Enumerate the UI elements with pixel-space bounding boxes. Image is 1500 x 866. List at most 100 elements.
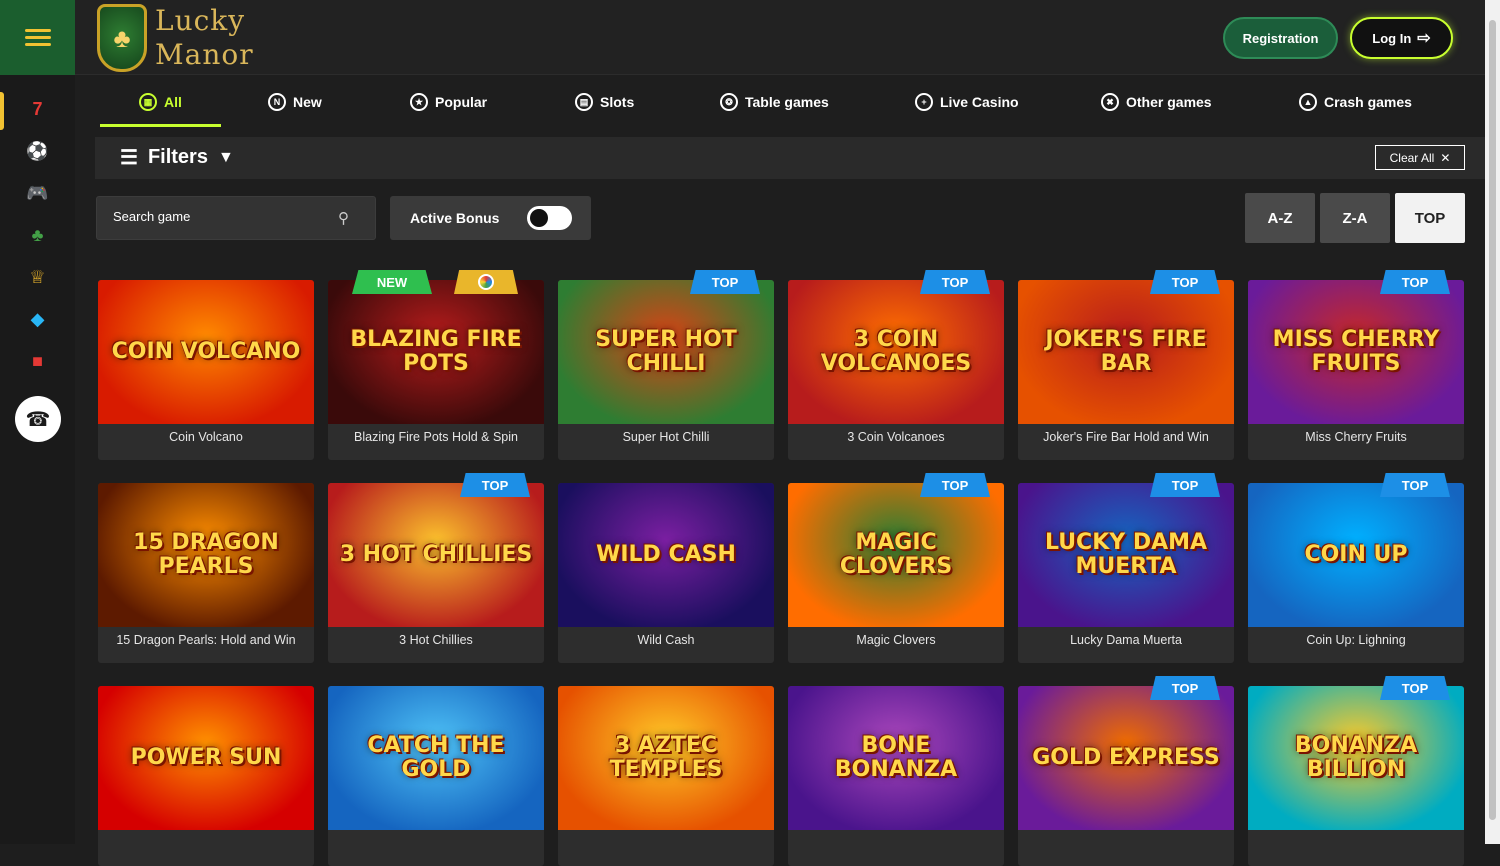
game-art-title: BONE BONANZA — [834, 733, 958, 782]
game-art-title: MAGIC CLOVERS — [839, 530, 953, 579]
caret-down-icon: ▼ — [217, 148, 234, 166]
game-card[interactable]: COIN VOLCANO Coin Volcano — [98, 280, 314, 460]
top-badge: TOP — [1150, 473, 1220, 497]
game-card[interactable]: COIN UP Coin Up: Lighning TOP — [1248, 473, 1464, 663]
login-button[interactable]: Log In ⇨ — [1350, 17, 1453, 59]
clover-icon: ♣ — [31, 224, 44, 245]
game-card[interactable]: BONANZA BILLION TOP — [1248, 676, 1464, 866]
filters-toggle[interactable]: ☰ Filters ▼ — [120, 145, 234, 170]
search-input[interactable] — [113, 209, 313, 224]
sort-top-button[interactable]: TOP — [1395, 193, 1465, 243]
game-art-title: CATCH THE GOLD — [367, 733, 505, 782]
new-badge: NEW — [352, 270, 432, 294]
search-box: ⚲ — [96, 196, 376, 240]
active-bonus-toggle[interactable] — [527, 206, 572, 230]
game-card[interactable]: LUCKY DAMA MUERTA Lucky Dama Muerta TOP — [1018, 473, 1234, 663]
game-art-title: LUCKY DAMA MUERTA — [1044, 530, 1208, 579]
tab-popular[interactable]: ★ Popular — [410, 76, 487, 128]
sidebar-nav: 7 ⚽ 🎮 ♣ ♕ ◆ ■ — [0, 88, 75, 382]
game-thumbnail[interactable]: 15 DRAGON PEARLS — [98, 483, 314, 627]
game-card[interactable]: GOLD EXPRESS TOP — [1018, 676, 1234, 866]
game-art-title: BONANZA BILLION — [1294, 733, 1418, 782]
hamburger-icon — [24, 25, 51, 50]
crash-icon: ▲ — [1299, 93, 1317, 111]
game-thumbnail[interactable]: CATCH THE GOLD — [328, 686, 544, 830]
game-thumbnail[interactable]: BLAZING FIRE POTS — [328, 280, 544, 424]
game-thumbnail[interactable]: WILD CASH — [558, 483, 774, 627]
tab-live-casino[interactable]: + Live Casino — [915, 76, 1019, 128]
close-icon: ✕ — [1440, 150, 1451, 165]
game-card[interactable]: WILD CASH Wild Cash — [558, 483, 774, 663]
tab-slots[interactable]: ▤ Slots — [575, 76, 634, 128]
game-card[interactable]: BONE BONANZA — [788, 686, 1004, 866]
tab-crash-games[interactable]: ▲ Crash games — [1299, 76, 1412, 128]
menu-button[interactable] — [0, 0, 75, 75]
game-art-title: JOKER'S FIRE BAR — [1045, 327, 1207, 376]
game-thumbnail[interactable]: LUCKY DAMA MUERTA — [1018, 483, 1234, 627]
game-thumbnail[interactable]: JOKER'S FIRE BAR — [1018, 280, 1234, 424]
game-art-title: WILD CASH — [596, 542, 736, 567]
sidebar-item-slots[interactable]: 7 — [0, 88, 75, 130]
game-thumbnail[interactable]: BONE BONANZA — [788, 686, 1004, 830]
tab-table-games[interactable]: ❂ Table games — [720, 76, 829, 128]
game-thumbnail[interactable]: 3 HOT CHILLIES — [328, 483, 544, 627]
game-card[interactable]: BLAZING FIRE POTS Blazing Fire Pots Hold … — [328, 270, 544, 460]
game-card[interactable]: CATCH THE GOLD — [328, 686, 544, 866]
game-card[interactable]: 15 DRAGON PEARLS 15 Dragon Pearls: Hold a… — [98, 483, 314, 663]
game-card[interactable]: SUPER HOT CHILLI Super Hot Chilli TOP — [558, 270, 774, 460]
game-name: Wild Cash — [637, 633, 695, 647]
ball-icon: ⚽ — [26, 140, 49, 161]
active-bonus-filter: Active Bonus — [390, 196, 591, 240]
grid-icon: ▦ — [139, 93, 157, 111]
top-badge: TOP — [920, 270, 990, 294]
game-thumbnail[interactable]: COIN VOLCANO — [98, 280, 314, 424]
game-card[interactable]: MAGIC CLOVERS Magic Clovers TOP — [788, 473, 1004, 663]
sidebar-item-games[interactable]: 🎮 — [0, 172, 75, 214]
page-scrollbar[interactable] — [1485, 0, 1500, 844]
top-badge: TOP — [1380, 270, 1450, 294]
game-card[interactable]: 3 HOT CHILLIES 3 Hot Chillies TOP — [328, 473, 544, 663]
game-thumbnail[interactable]: GOLD EXPRESS — [1018, 686, 1234, 830]
sidebar-item-lucky[interactable]: ♣ — [0, 214, 75, 256]
tab-other-games[interactable]: ✖ Other games — [1101, 76, 1212, 128]
tab-new[interactable]: N New — [268, 76, 322, 128]
top-badge: TOP — [1150, 270, 1220, 294]
sidebar-item-sports[interactable]: ⚽ — [0, 130, 75, 172]
clear-all-button[interactable]: Clear All ✕ — [1375, 145, 1465, 170]
fish-icon: ◆ — [30, 308, 45, 329]
game-card[interactable]: POWER SUN — [98, 686, 314, 866]
live-icon: + — [915, 93, 933, 111]
game-name: 3 Coin Volcanoes — [847, 430, 945, 444]
game-card[interactable]: 3 AZTEC TEMPLES — [558, 686, 774, 866]
sort-az-button[interactable]: A-Z — [1245, 193, 1315, 243]
sort-za-button[interactable]: Z-A — [1320, 193, 1390, 243]
game-thumbnail[interactable]: 3 AZTEC TEMPLES — [558, 686, 774, 830]
game-card[interactable]: MISS CHERRY FRUITS Miss Cherry Fruits TOP — [1248, 270, 1464, 460]
game-name: 3 Hot Chillies — [399, 633, 473, 647]
sidebar-item-fish[interactable]: ◆ — [0, 298, 75, 340]
login-icon: ⇨ — [1417, 30, 1431, 47]
slots-icon: ▤ — [575, 93, 593, 111]
game-art-title: BLAZING FIRE POTS — [350, 327, 522, 376]
logo[interactable]: ♣ Lucky Manor — [97, 2, 254, 74]
sidebar-item-vip[interactable]: ♕ — [0, 256, 75, 298]
game-thumbnail[interactable]: BONANZA BILLION — [1248, 686, 1464, 830]
registration-button[interactable]: Registration — [1223, 17, 1338, 59]
tab-all[interactable]: ▦ All — [139, 76, 182, 128]
game-card[interactable]: 3 COIN VOLCANOES 3 Coin Volcanoes TOP — [788, 270, 1004, 460]
top-badge: TOP — [690, 270, 760, 294]
support-button[interactable]: ☎ — [15, 396, 61, 442]
seven-icon: 7 — [32, 98, 43, 119]
game-thumbnail[interactable]: MISS CHERRY FRUITS — [1248, 280, 1464, 424]
game-thumbnail[interactable]: POWER SUN — [98, 686, 314, 830]
game-thumbnail[interactable]: MAGIC CLOVERS — [788, 483, 1004, 627]
game-name: 15 Dragon Pearls: Hold and Win — [116, 633, 296, 647]
game-card[interactable]: JOKER'S FIRE BAR Joker's Fire Bar Hold an… — [1018, 270, 1234, 460]
game-thumbnail[interactable]: COIN UP — [1248, 483, 1464, 627]
game-art-title: GOLD EXPRESS — [1032, 745, 1220, 770]
crown-icon: ♕ — [29, 266, 46, 287]
game-thumbnail[interactable]: SUPER HOT CHILLI — [558, 280, 774, 424]
sidebar-item-bonus[interactable]: ■ — [0, 340, 75, 382]
search-icon[interactable]: ⚲ — [338, 209, 349, 227]
game-thumbnail[interactable]: 3 COIN VOLCANOES — [788, 280, 1004, 424]
